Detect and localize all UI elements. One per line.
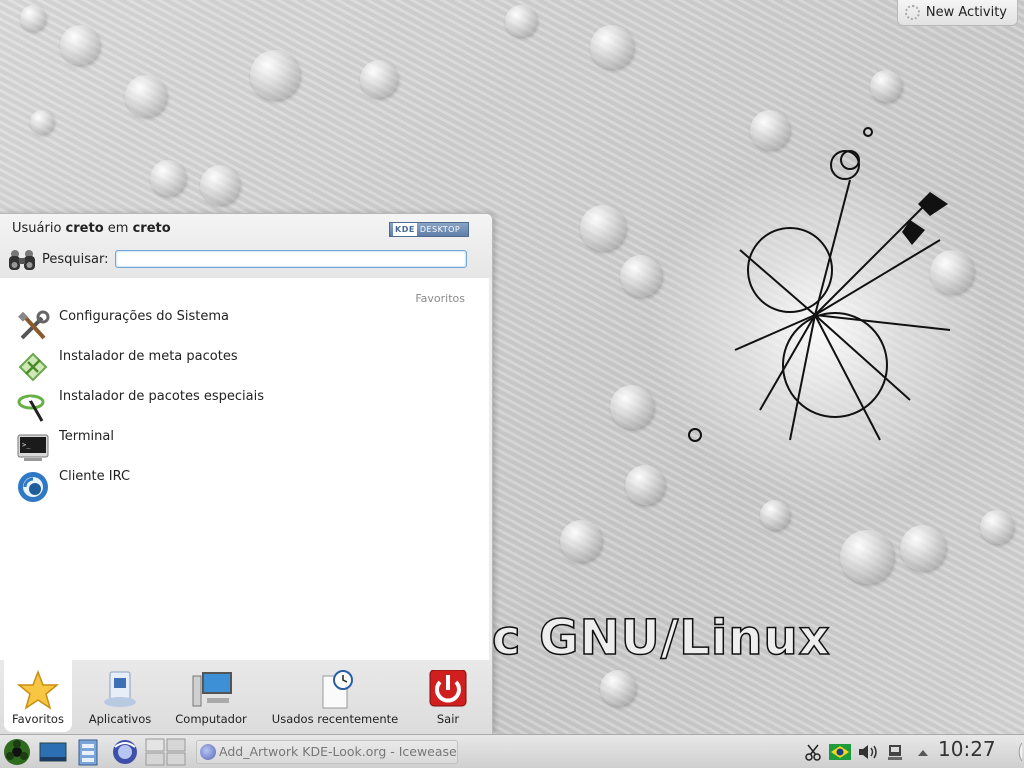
water-drop: [560, 520, 602, 562]
computer-icon: [192, 672, 232, 707]
search-input[interactable]: [115, 250, 467, 268]
new-activity-button[interactable]: New Activity: [896, 0, 1018, 26]
svg-text:>_: >_: [22, 441, 31, 449]
web-browser-icon[interactable]: [110, 737, 140, 767]
favorite-system-settings[interactable]: Configurações do Sistema: [16, 308, 476, 346]
favorite-label: Configurações do Sistema: [59, 309, 229, 324]
taskbar-task-iceweasel[interactable]: Add_Artwork KDE-Look.org - Iceweasel: [196, 740, 458, 764]
water-drop: [590, 25, 634, 69]
favorite-label: Instalador de pacotes especiais: [59, 389, 265, 404]
special-package-icon: [17, 394, 45, 422]
user-prefix: Usuário: [12, 221, 62, 236]
water-drop: [60, 25, 100, 65]
tab-label: Usados recentemente: [271, 712, 399, 726]
wallpaper-text: c GNU/Linux: [491, 609, 831, 667]
user-name: creto: [65, 221, 104, 236]
network-icon[interactable]: [886, 743, 904, 761]
host-name: creto: [132, 221, 171, 236]
water-drop: [20, 5, 46, 31]
water-drop: [600, 670, 636, 706]
favorites-panel: Favoritos Configurações do Sistema Insta…: [0, 278, 489, 660]
favorite-meta-package-installer[interactable]: Instalador de meta pacotes: [16, 348, 476, 386]
kde-logo-text: DESKTOP: [419, 225, 461, 234]
favorite-label: Instalador de meta pacotes: [59, 349, 238, 364]
power-icon: [429, 670, 467, 707]
tools-icon: [18, 310, 50, 340]
terminal-icon: >_: [17, 434, 49, 461]
package-installer-icon: [18, 352, 48, 382]
tab-favorites[interactable]: Favoritos: [4, 660, 72, 732]
favorite-label: Cliente IRC: [59, 469, 131, 484]
iceweasel-icon: [200, 744, 216, 760]
favorite-irc-client[interactable]: Cliente IRC: [16, 468, 476, 506]
irc-client-icon: [18, 472, 48, 502]
starburst-graphic: [688, 127, 951, 442]
volume-icon[interactable]: [857, 743, 879, 761]
application-launcher: Usuário creto em creto KDE DESKTOP Pesqui…: [0, 213, 493, 734]
file-manager-icon[interactable]: [74, 737, 102, 767]
tab-label: Favoritos: [12, 712, 64, 726]
task-label: Add_Artwork KDE-Look.org - Iceweasel: [219, 744, 458, 759]
launcher-header: Usuário creto em creto KDE DESKTOP Pesqui…: [0, 214, 492, 278]
new-activity-label: New Activity: [925, 5, 1007, 20]
virtual-desktop-pager[interactable]: [144, 737, 188, 767]
tab-computer[interactable]: Computador: [168, 660, 254, 732]
water-drop: [250, 50, 300, 100]
brazil-flag-keyboard-icon[interactable]: [829, 743, 851, 761]
favorite-terminal[interactable]: >_ Terminal: [16, 428, 476, 466]
klipper-scissors-icon[interactable]: [804, 743, 822, 761]
launcher-menu-icon[interactable]: [2, 737, 32, 767]
panel-toolbox-icon[interactable]: [1006, 743, 1022, 761]
tab-label: Sair: [436, 712, 460, 726]
search-row: Pesquisar:: [4, 246, 474, 274]
binoculars-icon: [9, 250, 35, 270]
recent-clock-icon: [322, 670, 353, 709]
tab-applications[interactable]: Aplicativos: [82, 660, 158, 732]
water-drop: [870, 70, 902, 102]
water-drop: [30, 110, 54, 134]
tab-label: Computador: [175, 712, 247, 726]
water-drop: [360, 60, 398, 98]
water-drop: [580, 205, 626, 251]
search-label: Pesquisar:: [42, 252, 109, 267]
clock[interactable]: 10:27: [938, 737, 996, 761]
tab-recently-used[interactable]: Usados recentemente: [266, 660, 404, 732]
show-desktop-icon[interactable]: [38, 737, 68, 767]
kde-logo-k: KDE: [393, 223, 417, 236]
star-icon: [16, 670, 60, 710]
taskbar: Add_Artwork KDE-Look.org - Iceweasel 10:…: [0, 734, 1024, 768]
tab-label: Aplicativos: [88, 712, 152, 726]
water-drop: [150, 160, 186, 196]
favorite-label: Terminal: [59, 429, 114, 444]
applications-icon: [104, 671, 136, 707]
activity-icon: [904, 5, 920, 20]
user-info: Usuário creto em creto: [12, 221, 171, 236]
favorites-heading: Favoritos: [415, 292, 465, 305]
water-drop: [200, 165, 240, 205]
host-connector: em: [107, 221, 129, 236]
tab-leave[interactable]: Sair: [420, 660, 476, 732]
water-drop: [125, 75, 167, 117]
water-drop: [505, 5, 537, 37]
launcher-tabs: Favoritos Aplicativos Computador Usados …: [0, 660, 492, 734]
chevron-up-icon[interactable]: [917, 743, 929, 761]
favorite-special-package-installer[interactable]: Instalador de pacotes especiais: [16, 388, 476, 426]
kde-desktop-logo: KDE DESKTOP: [389, 222, 469, 237]
